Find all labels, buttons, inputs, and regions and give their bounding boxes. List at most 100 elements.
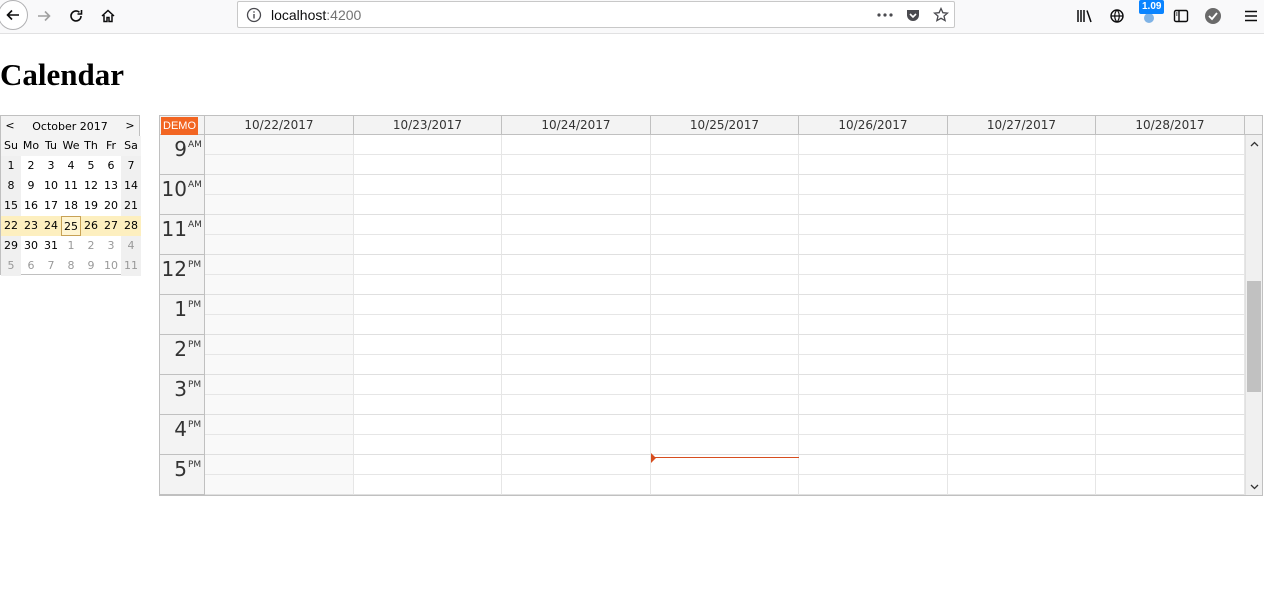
vertical-scrollbar[interactable] <box>1245 135 1262 495</box>
time-slot-cell[interactable] <box>799 295 948 315</box>
time-slot-cell[interactable] <box>502 475 651 495</box>
time-slot-cell[interactable] <box>948 395 1096 415</box>
time-slot-cell[interactable] <box>205 215 354 235</box>
navigator-day[interactable]: 5 <box>1 256 21 276</box>
scrollbar-thumb[interactable] <box>1247 281 1261 392</box>
menu-button[interactable] <box>1237 2 1264 30</box>
navigator-day[interactable]: 23 <box>21 216 41 236</box>
time-slot-cell[interactable] <box>948 455 1096 475</box>
time-slot-cell[interactable] <box>1096 215 1245 235</box>
time-slot-cell[interactable] <box>354 295 502 315</box>
time-slot-cell[interactable] <box>354 195 502 215</box>
time-slot-cell[interactable] <box>799 475 948 495</box>
time-slot-cell[interactable] <box>205 235 354 255</box>
navigator-day[interactable]: 6 <box>21 256 41 276</box>
time-slot-cell[interactable] <box>502 255 651 275</box>
navigator-day[interactable]: 27 <box>101 216 121 236</box>
time-slot-cell[interactable] <box>799 335 948 355</box>
time-slot-cell[interactable] <box>502 155 651 175</box>
time-slot-cell[interactable] <box>354 395 502 415</box>
navigator-day[interactable]: 28 <box>121 216 141 236</box>
time-slot-cell[interactable] <box>205 135 354 155</box>
time-slot-cell[interactable] <box>354 135 502 155</box>
time-slot-cell[interactable] <box>205 315 354 335</box>
time-slot-cell[interactable] <box>1096 475 1245 495</box>
time-slot-cell[interactable] <box>205 195 354 215</box>
page-actions-icon[interactable] <box>876 6 894 24</box>
navigator-day[interactable]: 20 <box>101 196 121 216</box>
time-slot-cell[interactable] <box>1096 235 1245 255</box>
navigator-day[interactable]: 13 <box>101 176 121 196</box>
time-slot-cell[interactable] <box>205 375 354 395</box>
time-slot-cell[interactable] <box>354 375 502 395</box>
time-slot-cell[interactable] <box>799 315 948 335</box>
time-slot-cell[interactable] <box>502 315 651 335</box>
scroll-down-button[interactable] <box>1246 478 1262 495</box>
time-slot-cell[interactable] <box>205 455 354 475</box>
time-slot-cell[interactable] <box>205 475 354 495</box>
navigator-day[interactable]: 7 <box>121 156 141 176</box>
time-slot-cell[interactable] <box>354 415 502 435</box>
navigator-day[interactable]: 31 <box>41 236 61 256</box>
library-button[interactable] <box>1071 2 1099 30</box>
time-slot-cell[interactable] <box>354 215 502 235</box>
time-slot-cell[interactable] <box>354 155 502 175</box>
time-slot-cell[interactable] <box>205 175 354 195</box>
time-slot-cell[interactable] <box>502 355 651 375</box>
navigator-day[interactable]: 21 <box>121 196 141 216</box>
time-slot-cell[interactable] <box>502 235 651 255</box>
navigator-day[interactable]: 11 <box>121 256 141 276</box>
time-slot-cell[interactable] <box>651 435 799 455</box>
navigator-day[interactable]: 4 <box>121 236 141 256</box>
info-icon[interactable] <box>246 7 262 23</box>
day-column-header[interactable]: 10/28/2017 <box>1096 116 1245 135</box>
time-slot-cell[interactable] <box>1096 135 1245 155</box>
time-slot-cell[interactable] <box>651 455 799 475</box>
time-slot-cell[interactable] <box>1096 375 1245 395</box>
time-slot-cell[interactable] <box>948 335 1096 355</box>
scroll-up-button[interactable] <box>1246 135 1262 152</box>
time-slot-cell[interactable] <box>502 275 651 295</box>
time-slot-cell[interactable] <box>205 415 354 435</box>
time-slot-cell[interactable] <box>205 155 354 175</box>
time-slot-cell[interactable] <box>354 315 502 335</box>
time-slot-cell[interactable] <box>1096 435 1245 455</box>
navigator-day[interactable]: 22 <box>1 216 21 236</box>
time-slot-cell[interactable] <box>799 215 948 235</box>
time-slot-cell[interactable] <box>205 355 354 375</box>
time-slot-cell[interactable] <box>651 415 799 435</box>
bookmark-star-icon[interactable] <box>932 6 950 24</box>
navigator-day[interactable]: 14 <box>121 176 141 196</box>
time-slot-cell[interactable] <box>651 215 799 235</box>
navigator-prev-button[interactable]: < <box>3 119 17 132</box>
time-slot-cell[interactable] <box>651 375 799 395</box>
time-slot-cell[interactable] <box>651 395 799 415</box>
time-slot-cell[interactable] <box>948 135 1096 155</box>
time-slot-cell[interactable] <box>502 335 651 355</box>
navigator-day[interactable]: 16 <box>21 196 41 216</box>
time-slot-cell[interactable] <box>1096 295 1245 315</box>
time-slot-cell[interactable] <box>799 155 948 175</box>
time-slot-cell[interactable] <box>948 435 1096 455</box>
time-slot-cell[interactable] <box>354 475 502 495</box>
time-slot-cell[interactable] <box>651 155 799 175</box>
navigator-day[interactable]: 8 <box>1 176 21 196</box>
time-slot-cell[interactable] <box>948 275 1096 295</box>
time-slot-cell[interactable] <box>651 175 799 195</box>
navigator-day[interactable]: 3 <box>101 236 121 256</box>
time-slot-cell[interactable] <box>799 375 948 395</box>
time-slot-cell[interactable] <box>1096 395 1245 415</box>
time-slot-cell[interactable] <box>1096 315 1245 335</box>
day-column-header[interactable]: 10/26/2017 <box>799 116 948 135</box>
time-slot-cell[interactable] <box>1096 415 1245 435</box>
time-slot-cell[interactable] <box>799 435 948 455</box>
navigator-day[interactable]: 24 <box>41 216 61 236</box>
navigator-day[interactable]: 6 <box>101 156 121 176</box>
navigator-day[interactable]: 18 <box>61 196 81 216</box>
navigator-day[interactable]: 26 <box>81 216 101 236</box>
back-button[interactable] <box>0 0 28 30</box>
time-slot-cell[interactable] <box>354 455 502 475</box>
pocket-icon[interactable] <box>904 6 922 24</box>
navigator-day[interactable]: 1 <box>61 236 81 256</box>
navigator-day[interactable]: 15 <box>1 196 21 216</box>
